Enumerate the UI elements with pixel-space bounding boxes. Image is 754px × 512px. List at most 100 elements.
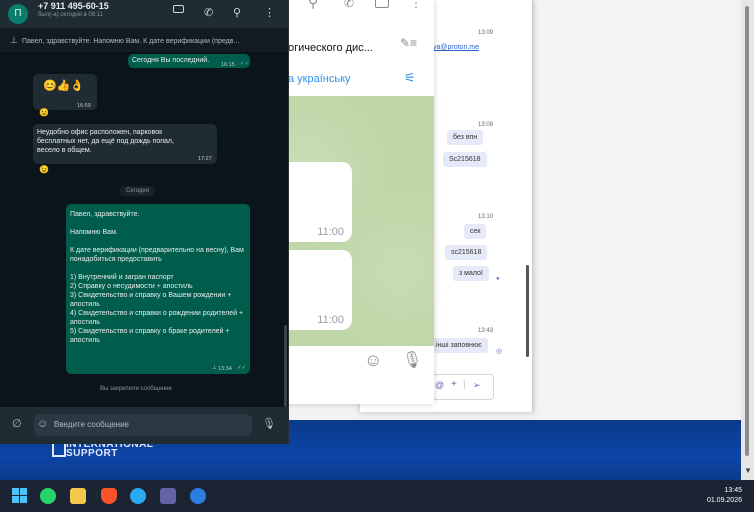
whatsapp-window: П +7 911 495-60-15 был(-а) сегодня в 08:… xyxy=(0,0,289,444)
video-call-icon[interactable] xyxy=(173,5,184,13)
read-check-icon: ✓✓ xyxy=(240,61,250,67)
message-input[interactable]: ☺ Введите сообщение xyxy=(34,414,252,436)
message-time: 13:09 xyxy=(478,30,494,36)
message-body: Павел, здравствуйте. Напомню Вам. К дате… xyxy=(70,210,248,345)
whatsapp-icon[interactable] xyxy=(40,488,56,504)
message-text: Сегодня Вы последний. xyxy=(132,57,210,64)
email-scrollbar[interactable] xyxy=(526,265,529,357)
message-text: Неудобно офис расположен, парковок беспл… xyxy=(37,129,174,154)
pinned-mark-icon: ⊥ xyxy=(212,365,217,371)
message-bubble: сек xyxy=(464,224,487,239)
date-separator: Сегодня xyxy=(120,186,155,196)
message-time: 16:15 xyxy=(221,62,235,68)
message-time: 11:00 xyxy=(317,226,344,238)
search-icon[interactable]: ⚲ xyxy=(308,0,318,11)
telegram-pinned-bar[interactable]: огического дис... ✎≡ xyxy=(270,24,434,65)
read-receipt-icon: ● xyxy=(496,276,500,282)
telegram-chat-area: 11:00 11:00 xyxy=(270,96,434,346)
telegram-window: ⚲ ✆ ⋮ огического дис... ✎≡ а українську … xyxy=(270,0,434,404)
sticker-icon[interactable]: ☺ xyxy=(37,418,48,430)
message-bubble: інші заповнює xyxy=(430,338,488,353)
brave-browser-icon[interactable] xyxy=(101,488,117,504)
message-line: 5) Свидетельство и справку о браке родит… xyxy=(70,328,230,344)
message-emoji: 😊👍👌 xyxy=(43,80,85,92)
chat-scrollbar[interactable] xyxy=(284,325,287,407)
chat-area: Сегодня Вы последний. 16:15 ✓✓ 😊👍👌 16:59… xyxy=(0,52,288,407)
teams-icon[interactable] xyxy=(160,488,176,504)
microphone-icon[interactable]: 🎙 xyxy=(402,350,422,370)
sent-check-icon: ✓✓ xyxy=(237,365,247,371)
translate-bar[interactable]: а українську ⚟ xyxy=(270,64,434,97)
message-time: 13:09 xyxy=(478,122,494,128)
message-bubble-out: Сегодня Вы последний. 16:15 ✓✓ xyxy=(128,54,250,68)
file-explorer-icon[interactable] xyxy=(70,488,86,504)
emoji-icon[interactable]: ☺ xyxy=(364,350,382,371)
reaction-icon: 😉 xyxy=(39,108,49,117)
system-clock[interactable]: 13:45 01.09.2026 xyxy=(707,486,742,506)
menu-icon[interactable]: ⋮ xyxy=(264,6,275,19)
message-bubble: з малої xyxy=(453,266,489,281)
email-link[interactable]: ya@proton.me xyxy=(433,44,479,51)
message-line: 3) Свидетельство и справку о Вашем рожде… xyxy=(70,292,232,308)
divider: | xyxy=(463,379,466,390)
message-line: К дате верификации (предварительно на ве… xyxy=(70,247,244,263)
telegram-icon[interactable] xyxy=(130,488,146,504)
clock-date: 01.09.2026 xyxy=(706,497,742,504)
more-icon[interactable]: ⋮ xyxy=(410,0,422,10)
message-time: 16:59 xyxy=(77,103,91,109)
contact-name[interactable]: +7 911 495-60-15 xyxy=(38,1,109,11)
pinned-notice: Вы закрепили сообщение xyxy=(100,386,172,392)
scrollbar-thumb[interactable] xyxy=(745,6,749,456)
message-line: 1) Внутренний и загран паспорт xyxy=(70,274,174,281)
avatar[interactable]: П xyxy=(8,4,28,24)
message-time: 13:34 xyxy=(218,366,232,372)
logo-line2: SUPPORT xyxy=(66,448,118,459)
desktop-scrollbar[interactable]: ▼ xyxy=(741,0,754,480)
clock-time: 13:45 xyxy=(724,487,742,494)
message-composer: ∅ ☺ Введите сообщение 🎙 xyxy=(0,407,288,444)
chat-header[interactable]: П +7 911 495-60-15 был(-а) сегодня в 08:… xyxy=(0,0,288,28)
telegram-toolbar: ⚲ ✆ ⋮ xyxy=(270,0,434,24)
compose-toolbar: A⁄ ☺ ∅ @ + | ➢ xyxy=(385,374,494,400)
start-icon[interactable] xyxy=(12,488,28,504)
message-bubble: без впн xyxy=(447,130,484,145)
message-placeholder: Введите сообщение xyxy=(54,420,129,429)
message-time: 13:10 xyxy=(478,214,494,220)
pinned-preview: Павел, здравствуйте. Напомню Вам. К дате… xyxy=(22,38,240,45)
add-icon[interactable]: + xyxy=(451,379,457,390)
message-bubble: Sc215618 xyxy=(443,152,487,167)
seen-check-icon: ◎ xyxy=(496,348,503,355)
microphone-icon[interactable]: 🎙 xyxy=(262,417,276,430)
telegram-input-bar[interactable]: ☺ 🎙 xyxy=(270,346,434,380)
message-time: 13:43 xyxy=(478,328,494,334)
message-bubble-in: 😊👍👌 16:59 xyxy=(33,74,97,110)
message-bubble: sc215618 xyxy=(445,245,488,260)
sidebar-toggle-icon[interactable] xyxy=(375,0,389,8)
message-line: Напомню Вам. xyxy=(70,229,118,236)
chat-title: огического дис... xyxy=(288,42,373,54)
message-time: 17:27 xyxy=(198,156,212,162)
attach-icon[interactable]: ∅ xyxy=(12,417,22,430)
translate-settings-icon[interactable]: ⚟ xyxy=(404,70,416,86)
voice-call-icon[interactable]: ✆ xyxy=(204,6,213,19)
send-icon[interactable]: ➢ xyxy=(473,380,481,391)
call-icon[interactable]: ✆ xyxy=(344,0,354,10)
contact-status: был(-а) сегодня в 08:11 xyxy=(38,12,104,18)
taskbar: 13:45 01.09.2026 xyxy=(0,480,754,512)
pinned-message-bar[interactable]: ⊥ Павел, здравствуйте. Напомню Вам. К да… xyxy=(0,30,288,53)
search-icon[interactable]: ⚲ xyxy=(233,6,241,19)
reaction-icon: 😉 xyxy=(39,165,49,174)
message-bubble-out: Павел, здравствуйте. Напомню Вам. К дате… xyxy=(66,204,250,374)
scroll-down-icon[interactable]: ▼ xyxy=(744,466,752,475)
messenger-app-icon[interactable] xyxy=(190,488,206,504)
pin-list-icon[interactable]: ✎≡ xyxy=(400,36,417,50)
message-time: 11:00 xyxy=(317,314,344,326)
message-line: Павел, здравствуйте. xyxy=(70,211,140,218)
mention-icon[interactable]: @ xyxy=(435,380,444,390)
pin-icon: ⊥ xyxy=(10,35,18,45)
message-bubble-in: Неудобно офис расположен, парковок беспл… xyxy=(33,124,217,164)
translate-label[interactable]: а українську xyxy=(288,73,351,85)
